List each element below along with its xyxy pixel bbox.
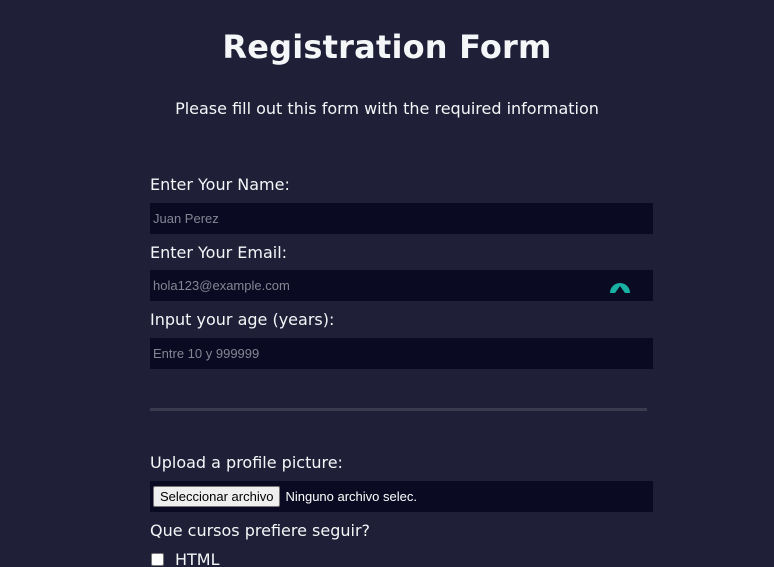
name-label: Enter Your Name: <box>150 175 290 194</box>
course-option-html[interactable]: HTML <box>151 550 220 567</box>
password-manager-icon[interactable] <box>609 276 631 294</box>
email-label: Enter Your Email: <box>150 243 288 262</box>
html-checkbox-label: HTML <box>175 550 220 567</box>
courses-label: Que cursos prefiere seguir? <box>150 521 371 540</box>
registration-page: Registration Form Please fill out this f… <box>0 0 774 567</box>
age-label: Input your age (years): <box>150 310 335 329</box>
section-divider <box>150 408 647 411</box>
age-input[interactable] <box>150 338 653 369</box>
form-description: Please fill out this form with the requi… <box>175 99 599 118</box>
profile-picture-label: Upload a profile picture: <box>150 453 343 472</box>
page-title: Registration Form <box>222 28 552 66</box>
file-status-text: Ninguno archivo selec. <box>285 489 417 504</box>
html-checkbox[interactable] <box>151 553 164 566</box>
email-input[interactable] <box>150 270 653 301</box>
profile-picture-file-input[interactable]: Seleccionar archivo Ninguno archivo sele… <box>150 481 653 512</box>
choose-file-button[interactable]: Seleccionar archivo <box>153 486 281 507</box>
name-input[interactable] <box>150 203 653 234</box>
